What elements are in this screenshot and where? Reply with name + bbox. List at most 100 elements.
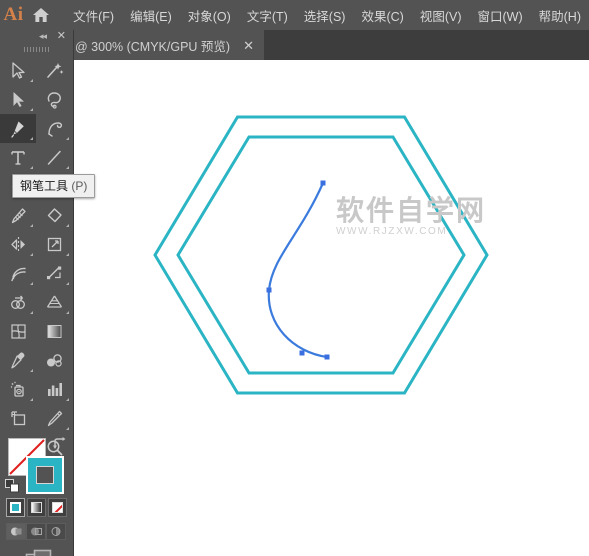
none-mode-button[interactable] (48, 498, 67, 517)
tools-grid (0, 56, 73, 462)
curvature-tool[interactable] (36, 114, 72, 143)
anchor-point-start[interactable] (320, 180, 326, 186)
menu-object[interactable]: 对象(O) (180, 2, 239, 29)
slice-tool[interactable] (36, 404, 72, 433)
gradient-mode-button[interactable] (27, 498, 46, 517)
draw-inside-button[interactable] (46, 523, 66, 540)
artboard-tool[interactable] (0, 404, 36, 433)
flyout-indicator-icon (30, 137, 33, 140)
tool-tooltip: 钢笔工具 (P) (12, 174, 96, 198)
shape-builder-tool-icon (10, 295, 25, 309)
flyout-indicator-icon (66, 224, 69, 227)
tooltip-shortcut: (P) (71, 179, 88, 193)
selection-tool[interactable] (0, 56, 36, 85)
draw-behind-button[interactable] (26, 523, 46, 540)
stroke-swatch-inner (36, 466, 54, 484)
anchor-point-lower[interactable] (299, 350, 305, 356)
grip-dots-icon (23, 47, 50, 52)
menu-item-list: 文件(F) 编辑(E) 对象(O) 文字(T) 选择(S) 效果(C) 视图(V) 窗口(W)… (65, 2, 589, 29)
reflect-tool-icon (10, 237, 25, 252)
flyout-indicator-icon (30, 369, 33, 372)
width-tool-icon (10, 267, 26, 282)
gradient-tool[interactable] (36, 317, 72, 346)
line-segment-tool[interactable] (36, 143, 72, 172)
anchor-point-mid[interactable] (266, 287, 272, 293)
blob-brush-tool-icon (11, 208, 26, 224)
inner-hexagon-path[interactable] (176, 135, 466, 375)
home-icon[interactable] (27, 0, 54, 30)
mesh-tool[interactable] (0, 317, 36, 346)
screen-mode-button[interactable] (0, 545, 73, 556)
type-tool[interactable] (0, 143, 36, 172)
swap-fill-stroke-icon[interactable] (52, 437, 68, 451)
selection-tool-icon (11, 62, 25, 79)
menu-view[interactable]: 视图(V) (412, 2, 470, 29)
flyout-indicator-icon (66, 282, 69, 285)
gradient-tool-icon (47, 325, 61, 338)
shape-builder-tool[interactable] (0, 288, 36, 317)
document-tab-title: @ 300% (CMYK/GPU 预览) (75, 39, 231, 54)
flyout-indicator-icon (30, 253, 33, 256)
magic-wand-tool[interactable] (36, 56, 72, 85)
free-transform-tool-icon (46, 266, 61, 280)
direct-selection-tool[interactable] (0, 85, 36, 114)
color-swatch-area (0, 435, 73, 556)
menu-edit[interactable]: 编辑(E) (122, 2, 180, 29)
curvature-tool-icon (47, 122, 62, 137)
flyout-indicator-icon (66, 311, 69, 314)
free-transform-tool[interactable] (36, 259, 72, 288)
flyout-indicator-icon (30, 311, 33, 314)
perspective-grid-tool[interactable] (36, 288, 72, 317)
close-icon[interactable]: ✕ (243, 39, 254, 52)
illustrator-window: Ai 文件(F) 编辑(E) 对象(O) 文字(T) 选择(S) 效果(C) 视图(V) 窗口… (0, 0, 589, 556)
anchor-point-end[interactable] (324, 354, 330, 360)
menu-window[interactable]: 窗口(W) (470, 2, 531, 29)
symbol-sprayer-tool[interactable] (0, 375, 36, 404)
stroke-swatch[interactable] (26, 456, 64, 494)
pen-tool[interactable] (0, 114, 36, 143)
scale-tool[interactable] (36, 230, 72, 259)
color-mode-button[interactable] (6, 498, 25, 517)
column-graph-tool[interactable] (36, 375, 72, 404)
width-tool[interactable] (0, 259, 36, 288)
eraser-tool[interactable] (36, 201, 72, 230)
menu-effect[interactable]: 效果(C) (353, 2, 411, 29)
blob-brush-tool[interactable] (0, 201, 36, 230)
artwork-vector-group (153, 115, 489, 395)
line-segment-tool-icon (47, 150, 61, 165)
reflect-tool[interactable] (0, 230, 36, 259)
flyout-indicator-icon (30, 79, 33, 82)
flyout-indicator-icon (66, 398, 69, 401)
bezier-curve-path[interactable] (267, 181, 329, 359)
symbol-sprayer-tool-icon (10, 381, 24, 397)
close-icon[interactable]: ✕ (57, 30, 66, 42)
menu-help[interactable]: 帮助(H) (531, 2, 589, 29)
magic-wand-tool-icon (46, 63, 63, 78)
artboard-tool-icon (10, 411, 25, 426)
slice-tool-icon (47, 410, 62, 427)
pen-tool-icon (10, 121, 24, 138)
menu-bar: Ai 文件(F) 编辑(E) 对象(O) 文字(T) 选择(S) 效果(C) 视图(V) 窗口… (0, 0, 589, 30)
outer-hexagon-path[interactable] (153, 115, 489, 395)
flyout-indicator-icon (66, 253, 69, 256)
anchor-point-group[interactable] (266, 180, 330, 360)
draw-normal-button[interactable] (6, 523, 26, 540)
eraser-tool-icon (47, 208, 62, 223)
eyedropper-tool[interactable] (0, 346, 36, 375)
blend-tool[interactable] (36, 346, 72, 375)
document-canvas[interactable]: 软件自学网 WWW.RJZXW.COM (73, 60, 589, 556)
flyout-indicator-icon (66, 427, 69, 430)
menu-select[interactable]: 选择(S) (296, 2, 354, 29)
menu-type[interactable]: 文字(T) (239, 2, 296, 29)
flyout-indicator-icon (30, 224, 33, 227)
gradient-icon (31, 502, 42, 513)
menu-file[interactable]: 文件(F) (65, 2, 122, 29)
collapse-icon[interactable]: ◂◂ (39, 31, 47, 42)
color-swatch-icon (10, 502, 21, 513)
eyedropper-tool-icon (10, 352, 24, 369)
document-tab[interactable]: @ 300% (CMYK/GPU 预览) ✕ (63, 30, 264, 60)
panel-drag-handle[interactable] (0, 45, 73, 54)
lasso-tool[interactable] (36, 85, 72, 114)
default-fill-stroke-icon[interactable] (5, 479, 20, 493)
paint-mode-row (6, 498, 67, 517)
